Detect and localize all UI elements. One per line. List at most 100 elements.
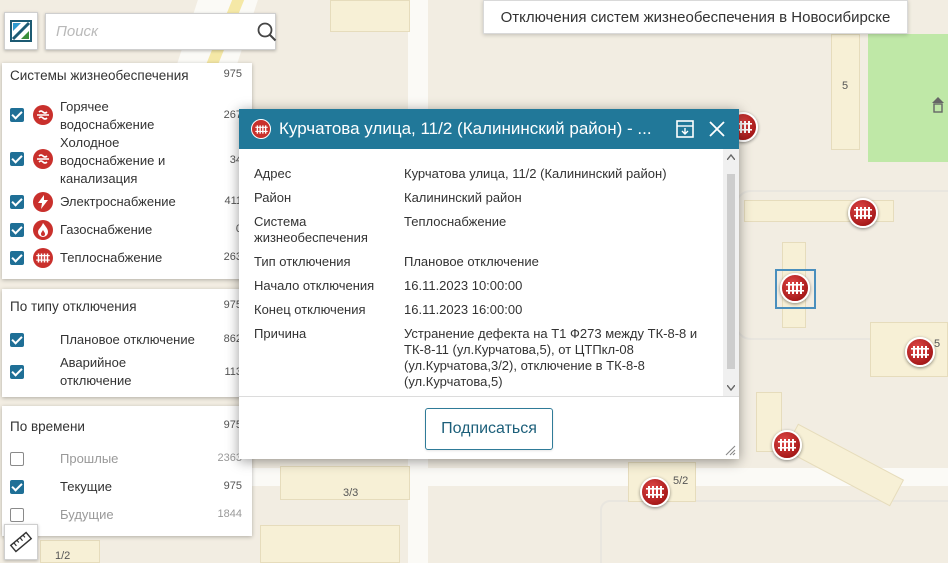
filter-item-label: Электроснабжение	[60, 194, 176, 209]
systems-filter-title: Системы жизнеобеспечения	[10, 68, 189, 83]
info-value: Устранение дефекта на Т1 Ф273 между ТК-8…	[404, 326, 698, 389]
dock-icon	[676, 120, 694, 138]
filter-item-past[interactable]: Прошлые 2363	[2, 447, 252, 473]
info-key: Район	[254, 190, 292, 205]
close-icon	[709, 121, 725, 137]
filter-item-planned[interactable]: Плановое отключение 862	[2, 328, 252, 354]
type-filter-title: По типу отключения	[10, 299, 137, 314]
info-value: 16.11.2023 10:00:00	[404, 278, 523, 293]
popup-scrollbar[interactable]	[723, 149, 739, 396]
filter-item-label: Текущие	[60, 479, 112, 494]
filter-item-gas[interactable]: Газоснабжение 0	[2, 218, 252, 246]
info-value: Курчатова улица, 11/2 (Калининский район…	[404, 166, 667, 181]
info-key: Причина	[254, 326, 307, 341]
time-filter-title: По времени	[10, 419, 85, 434]
heating-outage-marker[interactable]	[772, 430, 802, 460]
popup-header: Курчатова улица, 11/2 (Калининский район…	[239, 109, 739, 149]
popup-body[interactable]: Адрес Курчатова улица, 11/2 (Калининский…	[239, 149, 739, 396]
info-value: 16.11.2023 16:00:00	[404, 302, 523, 317]
info-key: Начало отключения	[254, 278, 375, 293]
hot-water-checkbox[interactable]	[10, 108, 24, 122]
info-row-system: Система жизнеобеспечения Теплоснабжение	[254, 214, 719, 248]
info-row-reason: Причина Устранение дефекта на Т1 Ф273 ме…	[254, 326, 719, 394]
resize-handle-icon[interactable]	[725, 445, 736, 456]
info-row-district: Район Калининский район	[254, 190, 719, 208]
layers-toggle-button[interactable]	[4, 12, 38, 50]
map-title: Отключения систем жизнеобеспечения в Нов…	[483, 0, 908, 34]
electricity-checkbox[interactable]	[10, 195, 24, 209]
search-icon[interactable]	[257, 22, 277, 42]
radiator-icon	[33, 248, 53, 268]
path	[600, 500, 948, 563]
house-number-label: 1/2	[55, 550, 71, 562]
filter-item-label: Горячее водоснабжение	[60, 99, 155, 132]
gas-checkbox[interactable]	[10, 223, 24, 237]
building	[831, 34, 860, 150]
layers-icon	[10, 20, 32, 42]
info-key: Тип отключения	[254, 254, 351, 269]
building	[330, 0, 410, 32]
scroll-up-icon[interactable]	[723, 151, 739, 163]
type-filter-panel: По типу отключения 975 Плановое отключен…	[2, 289, 252, 397]
current-checkbox[interactable]	[10, 480, 24, 494]
filter-item-count: 975	[223, 480, 242, 492]
search-input[interactable]	[46, 14, 257, 49]
close-popup-button[interactable]	[706, 118, 728, 140]
planned-checkbox[interactable]	[10, 333, 24, 347]
filter-item-label: Холодное водоснабжение и канализация	[60, 135, 166, 186]
scrollbar-thumb[interactable]	[727, 174, 735, 369]
heating-outage-marker[interactable]	[905, 337, 935, 367]
systems-filter-count: 975	[223, 68, 242, 80]
info-value: Плановое отключение	[404, 254, 539, 269]
heating-outage-marker[interactable]	[848, 198, 878, 228]
filter-item-cold-water[interactable]: Холодное водоснабжение и канализация 34	[2, 134, 252, 188]
info-value: Теплоснабжение	[404, 214, 507, 229]
cold-water-icon	[33, 149, 53, 169]
house-number-label: 5/2	[673, 475, 689, 487]
house-number-label: 3/3	[343, 487, 359, 499]
search-box[interactable]	[45, 13, 277, 50]
popup-title: Курчатова улица, 11/2 (Калининский район…	[279, 119, 652, 138]
subscribe-button[interactable]: Подписаться	[425, 408, 553, 450]
filter-item-count: 1844	[217, 508, 242, 520]
selected-marker-frame	[775, 269, 816, 309]
info-key: Конец отключения	[254, 302, 366, 317]
heating-outage-marker[interactable]	[640, 477, 670, 507]
filter-item-hot-water[interactable]: Горячее водоснабжение 267	[2, 96, 252, 134]
filter-item-label: Аварийное отключение	[60, 355, 132, 388]
measure-button[interactable]	[4, 524, 38, 560]
info-value: Калининский район	[404, 190, 522, 205]
radiator-icon	[251, 119, 271, 139]
time-filter-panel: По времени 975 Прошлые 2363 Текущие 975 …	[2, 406, 252, 536]
building	[783, 423, 905, 507]
filter-item-label: Плановое отключение	[60, 332, 195, 347]
future-checkbox[interactable]	[10, 508, 24, 522]
lightning-icon	[33, 192, 53, 212]
heating-checkbox[interactable]	[10, 251, 24, 265]
ruler-icon	[9, 531, 33, 553]
filter-item-current[interactable]: Текущие 975	[2, 475, 252, 501]
filter-item-emergency[interactable]: Аварийное отключение 113	[2, 354, 252, 392]
past-checkbox[interactable]	[10, 452, 24, 466]
scroll-down-icon[interactable]	[723, 382, 739, 394]
hot-water-icon	[33, 105, 53, 125]
filter-item-future[interactable]: Будущие 1844	[2, 503, 252, 529]
filter-item-heating[interactable]: Теплоснабжение 263	[2, 246, 252, 274]
systems-filter-panel: Системы жизнеобеспечения 975 Горячее вод…	[2, 63, 252, 279]
cold-water-checkbox[interactable]	[10, 152, 24, 166]
dock-popup-button[interactable]	[674, 118, 696, 140]
filter-item-label: Будущие	[60, 507, 114, 522]
info-key: Система жизнеобеспечения	[254, 214, 368, 245]
emergency-checkbox[interactable]	[10, 365, 24, 379]
filter-item-label: Газоснабжение	[60, 222, 153, 237]
info-row-end: Конец отключения 16.11.2023 16:00:00	[254, 302, 719, 320]
gas-flame-icon	[33, 220, 53, 240]
filter-item-electricity[interactable]: Электроснабжение 411	[2, 190, 252, 218]
filter-item-label: Теплоснабжение	[60, 250, 163, 265]
outage-info-popup: Курчатова улица, 11/2 (Калининский район…	[239, 109, 739, 459]
info-row-start: Начало отключения 16.11.2023 10:00:00	[254, 278, 719, 296]
house-number-label: 5	[842, 80, 849, 92]
popup-footer: Подписаться	[239, 396, 739, 459]
info-key: Адрес	[254, 166, 292, 181]
house-number-label: 5	[934, 338, 941, 350]
